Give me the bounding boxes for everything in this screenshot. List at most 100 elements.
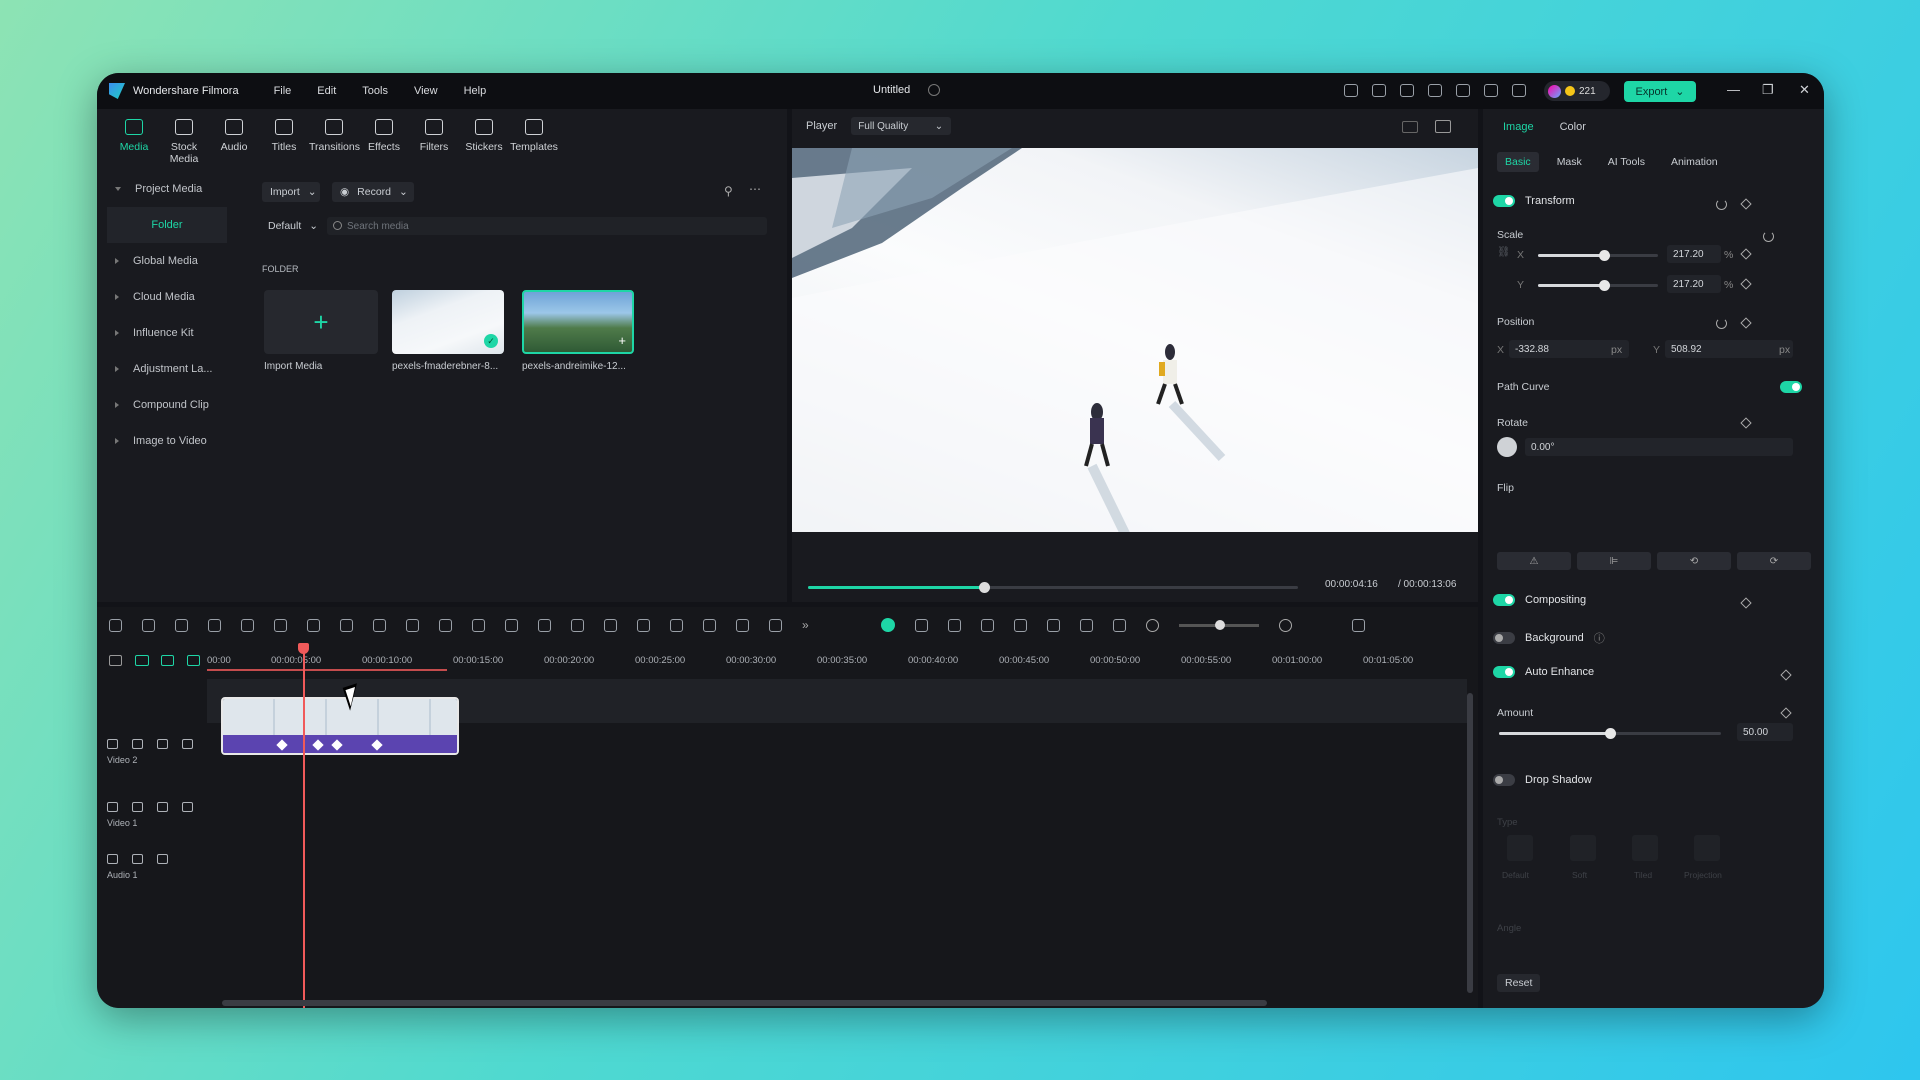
background-toggle[interactable] (1493, 632, 1515, 644)
layout-grid-icon[interactable] (109, 618, 122, 632)
tool-media[interactable]: Media (109, 119, 159, 165)
keyframe-icon[interactable] (1740, 278, 1752, 290)
tool-stock-media[interactable]: Stock Media (159, 119, 209, 165)
media-thumb-2[interactable]: + (522, 290, 634, 354)
reset-position-icon[interactable] (1716, 318, 1727, 329)
import-button[interactable]: Import ⌄ (262, 182, 320, 202)
tool-titles[interactable]: Titles (259, 119, 309, 165)
quality-select[interactable]: Full Quality ⌄ (851, 117, 952, 135)
amount-slider[interactable] (1499, 728, 1721, 739)
keyframe-icon[interactable] (1740, 317, 1752, 329)
minimize-icon[interactable]: — (1727, 82, 1740, 97)
scale-x-slider[interactable] (1538, 250, 1658, 261)
search-input[interactable]: Search media (327, 217, 767, 235)
credits-badge[interactable]: 221 (1544, 81, 1610, 101)
menu-help[interactable]: Help (464, 85, 487, 97)
beat-icon[interactable] (703, 618, 716, 632)
tool-templates[interactable]: Templates (509, 119, 559, 165)
redo-icon[interactable] (208, 618, 221, 632)
reset-scale-icon[interactable] (1763, 231, 1774, 242)
import-media-tile[interactable]: + (264, 290, 378, 354)
zoom-out-icon[interactable] (1145, 618, 1159, 632)
amount-field[interactable]: 50.00 (1737, 723, 1793, 741)
auto-enhance-toggle[interactable] (1493, 666, 1515, 678)
color-icon[interactable] (373, 618, 386, 632)
group-icon[interactable] (670, 618, 683, 632)
keyframe-marker[interactable] (276, 739, 288, 751)
lock-icon[interactable] (132, 802, 143, 812)
audio-edit-icon[interactable] (538, 618, 551, 632)
rotate-right-button[interactable]: ⟳ (1737, 552, 1811, 570)
zoom-slider[interactable] (1178, 619, 1259, 630)
keyframe-marker[interactable] (312, 739, 324, 751)
lock-icon[interactable] (132, 854, 143, 864)
keyframe-marker[interactable] (331, 739, 343, 751)
reset-button[interactable]: Reset (1497, 974, 1541, 992)
monitor-icon[interactable] (1400, 84, 1414, 97)
link-icon[interactable]: ⛓ (1497, 245, 1510, 258)
compositing-toggle[interactable] (1493, 594, 1515, 606)
tab-color[interactable]: Color (1560, 121, 1586, 133)
video-clip[interactable] (221, 697, 459, 755)
adjust-icon[interactable] (505, 618, 518, 632)
flip-horizontal-button[interactable]: ⚠ (1497, 552, 1571, 570)
add-icon[interactable]: + (618, 333, 626, 348)
freeze-icon[interactable] (439, 618, 452, 632)
scale-y-slider[interactable] (1538, 280, 1658, 291)
sidebar-item-compound-clip[interactable]: Compound Clip (107, 387, 227, 423)
subtab-ai-tools[interactable]: AI Tools (1600, 152, 1653, 172)
rotate-field[interactable]: 0.00° (1525, 438, 1793, 456)
restore-icon[interactable]: ❐ (1762, 82, 1774, 98)
zoom-clip-icon[interactable] (340, 618, 353, 632)
keyframe-marker[interactable] (371, 739, 383, 751)
layout-icon[interactable] (1372, 84, 1386, 97)
sidebar-item-folder[interactable]: Folder (107, 207, 227, 243)
media-thumb-1[interactable]: ✓ (392, 290, 504, 354)
apps-grid-icon[interactable] (1512, 84, 1526, 97)
tool-transitions[interactable]: Transitions (309, 119, 360, 165)
ai-icon[interactable] (472, 618, 485, 632)
keyframe-icon[interactable] (1780, 669, 1792, 681)
delete-icon[interactable] (241, 618, 254, 632)
sort-dropdown[interactable]: Default ⌄ (262, 217, 318, 235)
path-curve-toggle[interactable] (1780, 381, 1802, 393)
keyframe-icon[interactable] (1740, 198, 1752, 210)
motion-track-icon[interactable] (736, 618, 749, 632)
shield-icon[interactable] (980, 618, 994, 632)
timeline-ruler[interactable]: 00:00 00:00:05:00 00:00:10:00 00:00:15:0… (207, 651, 1477, 671)
export-button[interactable]: Export ⌄ (1624, 81, 1696, 102)
rotate-dial[interactable] (1497, 437, 1517, 457)
close-icon[interactable]: ✕ (1799, 82, 1810, 98)
save-icon[interactable] (1428, 84, 1442, 97)
subtab-animation[interactable]: Animation (1663, 152, 1726, 172)
lock-icon[interactable] (132, 739, 143, 749)
subtab-basic[interactable]: Basic (1497, 152, 1539, 172)
tool-filters[interactable]: Filters (409, 119, 459, 165)
timeline-vertical-scrollbar[interactable] (1467, 693, 1473, 993)
sidebar-item-influence-kit[interactable]: Influence Kit (107, 315, 227, 351)
undo-icon[interactable] (175, 618, 188, 632)
filter-icon[interactable]: ⚲ (724, 184, 733, 198)
detach-icon[interactable] (604, 618, 617, 632)
scale-y-field[interactable]: 217.20 (1667, 275, 1721, 293)
menu-tools[interactable]: Tools (362, 85, 388, 97)
keyframe-icon[interactable] (1740, 597, 1752, 609)
more-icon[interactable]: ⋯ (749, 182, 761, 196)
keyframe-icon[interactable] (1740, 248, 1752, 260)
slider-knob[interactable] (1599, 280, 1610, 291)
split-icon[interactable] (274, 618, 287, 632)
cloud-icon[interactable] (1456, 84, 1470, 97)
slider-knob[interactable] (1605, 728, 1616, 739)
mask-icon[interactable] (571, 618, 584, 632)
send-icon[interactable] (1344, 84, 1358, 97)
info-icon[interactable]: ⓘ (1594, 630, 1605, 646)
progress-knob[interactable] (979, 582, 991, 593)
sidebar-item-adjustment-layer[interactable]: Adjustment La... (107, 351, 227, 387)
keyframe-icon[interactable] (1780, 707, 1792, 719)
speed-icon[interactable] (406, 618, 419, 632)
magnet-icon[interactable] (187, 655, 200, 666)
grid-icon[interactable] (1402, 121, 1418, 133)
menu-file[interactable]: File (274, 85, 292, 97)
eye-icon[interactable] (182, 802, 193, 812)
render-icon[interactable] (914, 618, 928, 632)
